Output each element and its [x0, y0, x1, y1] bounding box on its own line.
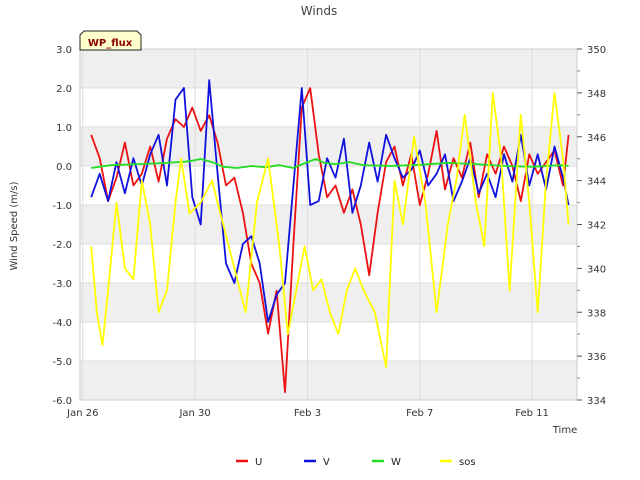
y-tick-label-4: -1.0 [52, 201, 72, 212]
y-axis-title: Wind Speed (m/s) [9, 181, 20, 270]
wp-flux-badge: WP_flux [79, 30, 142, 51]
y-tick-label-7: -4.0 [52, 318, 72, 329]
x-axis-title: Time [552, 425, 577, 436]
y2-tick-label-2: 346 [587, 133, 606, 144]
x-tick-label-4: Feb 11 [515, 408, 549, 419]
x-tick-label-3: Feb 7 [406, 408, 433, 419]
y-tick-label-6: -3.0 [52, 279, 72, 290]
y2-tick-label-6: 338 [587, 308, 606, 319]
y-tick-label-3: 0.0 [56, 162, 72, 173]
chart-title: Winds [301, 4, 337, 18]
y2-tick-label-4: 342 [587, 221, 606, 232]
x-tick-label-2: Feb 3 [294, 408, 321, 419]
y2-tick-label-5: 340 [587, 264, 606, 275]
y-tick-label-2: 1.0 [56, 123, 72, 134]
background-band-2 [80, 205, 577, 244]
y-tick-label-0: 3.0 [56, 45, 72, 56]
legend-label-u: U [255, 457, 262, 468]
badge-label: WP_flux [88, 38, 133, 49]
y-tick-label-5: -2.0 [52, 240, 72, 251]
x-tick-label-0: Jan 26 [66, 408, 98, 419]
winds-chart: 3.0 2.0 1.0 0.0 -1.0 -2.0 -3.0 -4.0 -5.0 -6.0 350… [0, 0, 640, 480]
x-tick-label-1: Jan 30 [178, 408, 210, 419]
y2-tick-label-0: 350 [587, 45, 606, 56]
y2-tick-label-1: 348 [587, 89, 606, 100]
legend-label-sos: sos [459, 457, 476, 468]
background-band-0 [80, 49, 577, 88]
y-tick-label-1: 2.0 [56, 84, 72, 95]
y-tick-label-8: -5.0 [52, 357, 72, 368]
y2-tick-label-8: 334 [587, 396, 606, 407]
y-tick-label-9: -6.0 [52, 396, 72, 407]
y2-tick-label-7: 336 [587, 352, 606, 363]
background-band-3 [80, 283, 577, 322]
legend-label-w: W [391, 457, 401, 468]
background-band-4 [80, 361, 577, 400]
legend-label-v: V [323, 457, 330, 468]
y2-tick-label-3: 344 [587, 177, 606, 188]
